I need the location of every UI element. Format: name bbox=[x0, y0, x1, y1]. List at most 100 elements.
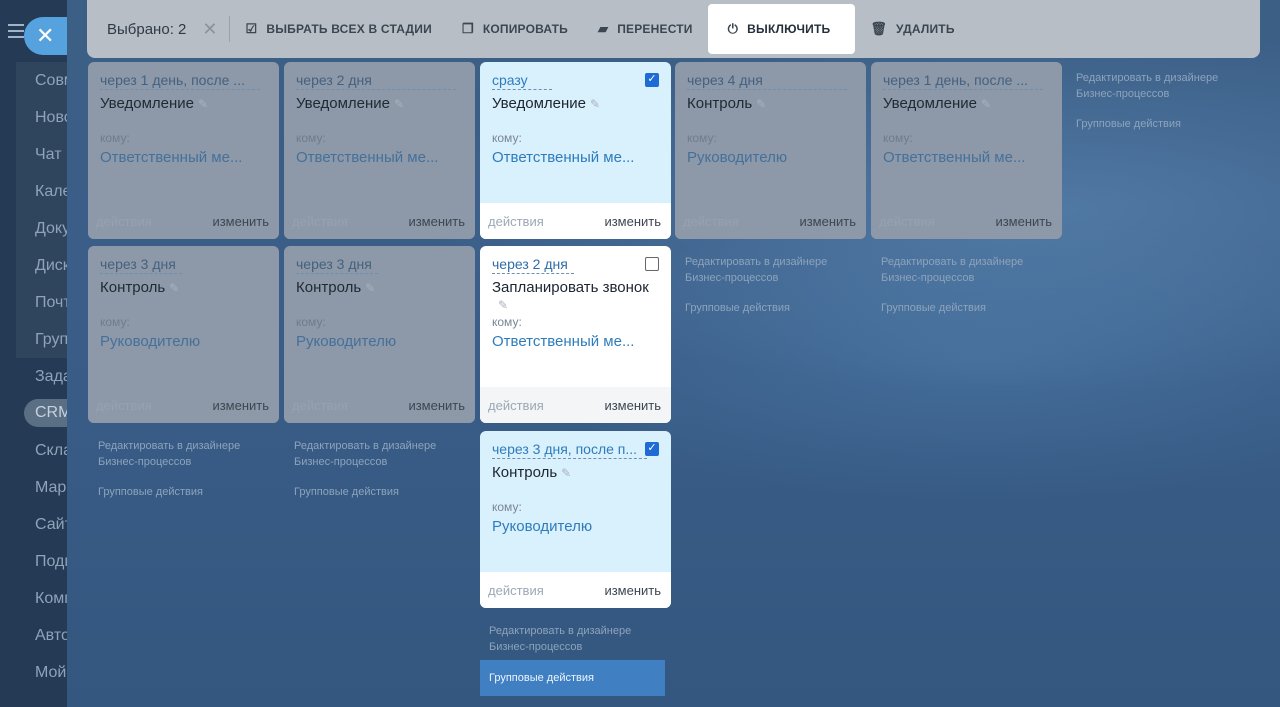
sidebar-item[interactable]: Комп bbox=[16, 580, 67, 617]
pencil-icon[interactable]: ✎ bbox=[590, 97, 600, 111]
robot-card[interactable]: через 4 дня Контроль ✎ кому: Руководителю… bbox=[675, 62, 866, 239]
card-footer: действия изменить bbox=[480, 203, 671, 239]
card-title: Уведомление ✎ bbox=[492, 95, 601, 112]
pencil-icon[interactable]: ✎ bbox=[498, 298, 508, 312]
sidebar-item[interactable]: Груп bbox=[16, 321, 67, 358]
sidebar-item[interactable]: Кале bbox=[16, 173, 67, 210]
card-actions-link[interactable]: действия bbox=[879, 214, 935, 229]
card-change-link[interactable]: изменить bbox=[604, 398, 661, 413]
pencil-icon[interactable]: ✎ bbox=[394, 97, 404, 111]
card-title: Запланировать звонок bbox=[492, 279, 649, 296]
group-actions-link[interactable]: Групповые действия bbox=[881, 300, 1056, 316]
sidebar-item[interactable]: Марк bbox=[16, 469, 67, 506]
selected-count: Выбрано: 2 bbox=[107, 20, 187, 38]
card-delay[interactable]: сразу bbox=[492, 72, 552, 90]
sidebar-item[interactable]: Совм bbox=[16, 62, 67, 99]
group-actions-link[interactable]: Групповые действия bbox=[294, 484, 469, 500]
robot-card-selected[interactable]: через 3 дня, после п... ✓ Контроль ✎ кому… bbox=[480, 431, 671, 608]
card-delay[interactable]: через 3 дня, после п... bbox=[492, 441, 647, 459]
card-actions-link[interactable]: действия bbox=[292, 214, 348, 229]
robot-card[interactable]: через 2 дня Уведомление ✎ кому: Ответстве… bbox=[284, 62, 475, 239]
designer-link[interactable]: Редактировать в дизайнере Бизнес-процесс… bbox=[98, 438, 273, 470]
card-delay[interactable]: через 2 дня bbox=[296, 72, 456, 90]
sidebar-item[interactable]: Почт bbox=[16, 284, 67, 321]
close-icon: ✕ bbox=[36, 23, 55, 48]
disable-button[interactable]: ⏻ ВЫКЛЮЧИТЬ bbox=[707, 4, 856, 54]
select-all-label: ВЫБРАТЬ ВСЕХ В СТАДИИ bbox=[266, 22, 432, 36]
card-change-link[interactable]: изменить bbox=[212, 214, 269, 229]
designer-link[interactable]: Редактировать в дизайнере Бизнес-процесс… bbox=[294, 438, 469, 470]
designer-link[interactable]: Редактировать в дизайнере Бизнес-процесс… bbox=[685, 254, 860, 286]
sidebar-item[interactable]: Скла bbox=[16, 432, 67, 469]
card-change-link[interactable]: изменить bbox=[408, 398, 465, 413]
robot-card[interactable]: через 1 день, после ... Уведомление ✎ ком… bbox=[871, 62, 1062, 239]
card-change-link[interactable]: изменить bbox=[408, 214, 465, 229]
card-delay[interactable]: через 4 дня bbox=[687, 72, 847, 90]
card-change-link[interactable]: изменить bbox=[995, 214, 1052, 229]
card-actions-link[interactable]: действия bbox=[488, 398, 544, 413]
robot-card[interactable]: через 1 день, после ... Уведомление ✎ ком… bbox=[88, 62, 279, 239]
delete-button[interactable]: 🗑 УДАЛИТЬ bbox=[855, 4, 969, 54]
pencil-icon[interactable]: ✎ bbox=[981, 97, 991, 111]
card-delay[interactable]: через 3 дня bbox=[296, 256, 378, 274]
card-delay[interactable]: через 1 день, после ... bbox=[883, 72, 1043, 90]
delete-label: УДАЛИТЬ bbox=[896, 22, 955, 36]
sidebar-item[interactable]: Диск bbox=[16, 247, 67, 284]
sidebar-item[interactable]: Мой bbox=[16, 654, 67, 691]
card-actions-link[interactable]: действия bbox=[96, 214, 152, 229]
group-actions-link[interactable]: Групповые действия bbox=[685, 300, 860, 316]
sidebar-item[interactable]: Чат и bbox=[16, 136, 67, 173]
card-actions-link[interactable]: действия bbox=[488, 583, 544, 598]
pencil-icon[interactable]: ✎ bbox=[561, 466, 571, 480]
designer-link[interactable]: Редактировать в дизайнере Бизнес-процесс… bbox=[489, 623, 664, 655]
robot-card-unselected[interactable]: через 2 дня Запланировать звонок ✎ кому:… bbox=[480, 246, 671, 423]
sidebar-item-crm[interactable]: CRM bbox=[24, 399, 67, 427]
clear-selection-icon[interactable]: ✕ bbox=[202, 19, 217, 40]
card-change-link[interactable]: изменить bbox=[212, 398, 269, 413]
card-recipient: Ответственный ме... bbox=[883, 149, 1026, 166]
pencil-icon[interactable]: ✎ bbox=[756, 97, 766, 111]
card-delay[interactable]: через 3 дня bbox=[100, 256, 182, 274]
pencil-icon[interactable]: ✎ bbox=[169, 281, 179, 295]
menu-burger-icon[interactable] bbox=[8, 24, 24, 42]
move-button[interactable]: ▰ ПЕРЕНЕСТИ bbox=[583, 4, 708, 54]
sidebar-item[interactable]: Подп bbox=[16, 543, 67, 580]
card-recipient-label: кому: bbox=[100, 315, 130, 329]
robot-card[interactable]: через 3 дня Контроль ✎ кому: Руководителю… bbox=[284, 246, 475, 423]
robot-card-selected[interactable]: сразу ✓ Уведомление ✎ кому: Ответственный… bbox=[480, 62, 671, 239]
sidebar-item[interactable]: Авто bbox=[16, 617, 67, 654]
designer-link[interactable]: Редактировать в дизайнере Бизнес-процесс… bbox=[881, 254, 1056, 286]
card-actions-link[interactable]: действия bbox=[96, 398, 152, 413]
robot-card[interactable]: через 3 дня Контроль ✎ кому: Руководителю… bbox=[88, 246, 279, 423]
close-slider-button[interactable]: ✕ bbox=[24, 17, 67, 55]
card-delay[interactable]: через 2 дня bbox=[492, 256, 574, 274]
card-checkbox[interactable]: ✓ bbox=[645, 73, 659, 87]
card-recipient: Руководителю bbox=[100, 333, 201, 350]
card-delay[interactable]: через 1 день, после ... bbox=[100, 72, 260, 90]
card-actions-link[interactable]: действия bbox=[488, 214, 544, 229]
card-checkbox[interactable] bbox=[645, 257, 659, 271]
card-change-link[interactable]: изменить bbox=[799, 214, 856, 229]
card-title: Уведомление ✎ bbox=[296, 95, 405, 112]
sidebar-item[interactable]: Сайт bbox=[16, 506, 67, 543]
card-footer: действия изменить bbox=[871, 203, 1062, 239]
group-actions-button-active[interactable]: Групповые действия bbox=[480, 660, 665, 696]
select-all-button[interactable]: ☑ ВЫБРАТЬ ВСЕХ В СТАДИИ bbox=[230, 4, 446, 54]
sidebar-item[interactable]: Зада bbox=[16, 358, 67, 395]
card-actions-link[interactable]: действия bbox=[683, 214, 739, 229]
copy-button[interactable]: ❐ КОПИРОВАТЬ bbox=[447, 4, 583, 54]
sidebar-item[interactable]: Доку bbox=[16, 210, 67, 247]
card-recipient-label: кому: bbox=[100, 131, 130, 145]
pencil-icon[interactable]: ✎ bbox=[365, 281, 375, 295]
card-checkbox[interactable]: ✓ bbox=[645, 442, 659, 456]
card-recipient-label: кому: bbox=[492, 500, 522, 514]
group-actions-link[interactable]: Групповые действия bbox=[98, 484, 273, 500]
card-actions-link[interactable]: действия bbox=[292, 398, 348, 413]
card-change-link[interactable]: изменить bbox=[604, 214, 661, 229]
designer-link[interactable]: Редактировать в дизайнере Бизнес-процесс… bbox=[1076, 70, 1251, 102]
pencil-icon[interactable]: ✎ bbox=[198, 97, 208, 111]
card-title: Уведомление ✎ bbox=[100, 95, 209, 112]
card-change-link[interactable]: изменить bbox=[604, 583, 661, 598]
sidebar-item[interactable]: Ново bbox=[16, 99, 67, 136]
group-actions-link[interactable]: Групповые действия bbox=[1076, 116, 1251, 132]
